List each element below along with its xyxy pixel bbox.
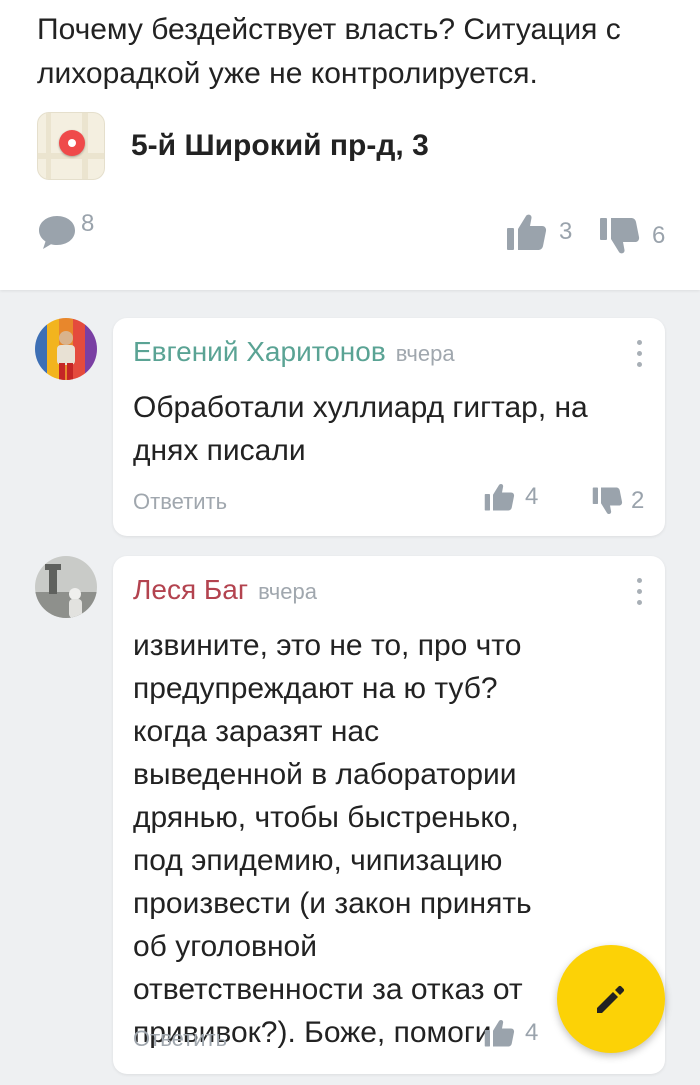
comment-author[interactable]: Леся Баг — [133, 574, 248, 606]
comments-button[interactable]: 8 — [37, 210, 95, 252]
like-button[interactable]: 4 — [483, 482, 538, 512]
thumb-up-icon — [507, 214, 547, 250]
more-options-icon[interactable] — [635, 340, 643, 367]
comment-author[interactable]: Евгений Харитонов — [133, 336, 386, 368]
comment-bubble-icon — [39, 216, 75, 249]
thumb-down-icon — [600, 218, 640, 254]
dislikes-count: 6 — [652, 222, 666, 249]
thumb-up-icon — [484, 1019, 515, 1047]
dislikes-count: 2 — [631, 487, 645, 514]
write-comment-button[interactable] — [557, 945, 665, 1053]
likes-count: 4 — [525, 483, 539, 510]
like-button[interactable]: 4 — [483, 1018, 538, 1048]
comment-text: извините, это не то, про что предупрежда… — [133, 629, 532, 1049]
map-pin-icon — [37, 112, 105, 180]
comment-time: вчера — [395, 341, 455, 366]
comment-header: Леся Баг вчера — [133, 574, 317, 606]
more-options-icon[interactable] — [635, 578, 643, 605]
thumb-down-icon — [592, 487, 623, 515]
reply-button[interactable]: Ответить — [133, 1026, 227, 1052]
dislike-button[interactable]: 2 — [591, 486, 644, 516]
post-place[interactable]: 5-й Широкий пр-д, 3 — [37, 112, 429, 180]
post-text: Почему бездействует власть? Ситуация с л… — [37, 13, 621, 90]
thumb-up-icon — [484, 483, 515, 511]
comments-count: 8 — [81, 210, 95, 237]
dislike-button[interactable]: 6 — [598, 216, 665, 256]
post-card: Почему бездействует власть? Ситуация с л… — [0, 0, 700, 290]
likes-count: 3 — [559, 218, 573, 245]
place-address: 5-й Широкий пр-д, 3 — [131, 129, 429, 162]
like-button[interactable]: 3 — [505, 212, 572, 252]
comment-time: вчера — [258, 579, 317, 604]
comment-header: Евгений Харитонов вчера — [133, 336, 455, 368]
post-actions: 8 3 6 — [0, 210, 700, 262]
avatar[interactable] — [35, 556, 97, 618]
reply-button[interactable]: Ответить — [133, 489, 227, 515]
pencil-icon — [597, 985, 625, 1013]
avatar[interactable] — [35, 318, 97, 380]
comment-text: Обработали хуллиард гигтар, на днях писа… — [133, 391, 588, 467]
comment-bubble: Евгений Харитонов вчера Обработали хулли… — [113, 318, 665, 536]
likes-count: 4 — [525, 1019, 539, 1046]
